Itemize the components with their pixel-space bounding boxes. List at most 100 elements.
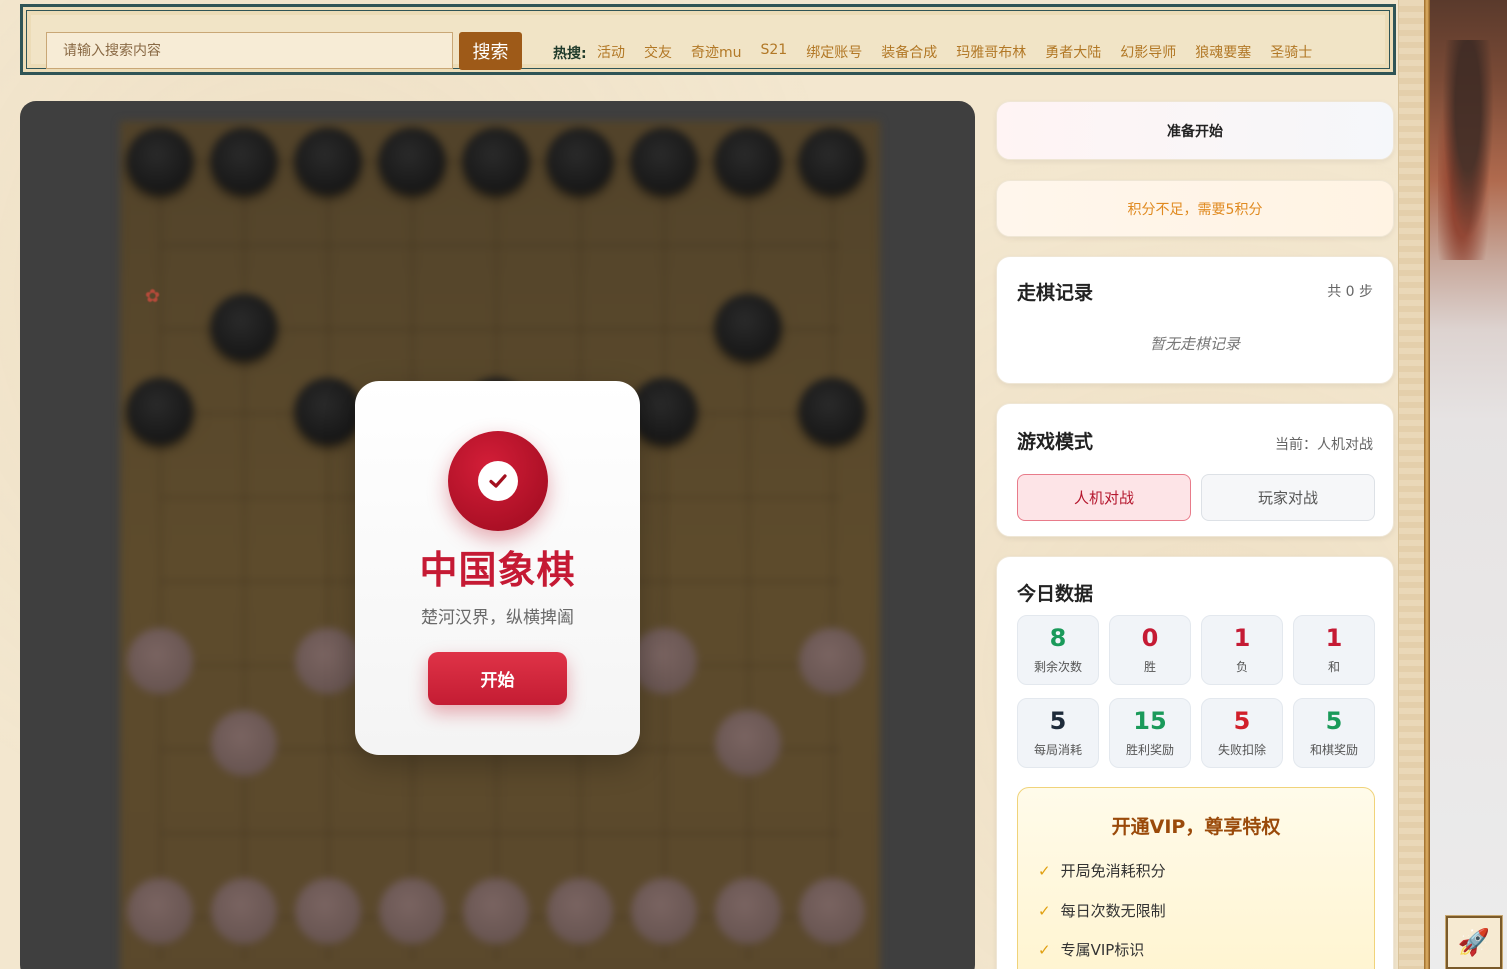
search-bar-inner: 搜索 热搜: 活动 交友 奇迹mu S21 绑定账号 装备合成 玛雅哥布林 勇者… [31,15,1385,70]
hot-link[interactable]: 奇迹mu [691,42,742,62]
board-line [160,833,840,834]
black-piece[interactable] [211,128,277,194]
red-piece[interactable] [127,628,193,694]
game-mode-card: 游戏模式 当前：人机对战 人机对战 玩家对战 [996,403,1394,537]
black-piece[interactable] [379,128,445,194]
black-piece[interactable] [631,128,697,194]
rocket-icon: 🚀 [1457,927,1491,958]
board-line [748,161,749,961]
vip-benefit: ✓ 专属VIP标识 [1038,939,1144,960]
hot-link[interactable]: 装备合成 [881,42,937,62]
black-piece[interactable] [799,378,865,444]
black-piece[interactable] [211,294,277,360]
today-stats-card: 今日数据 8 剩余次数 0 胜 1 负 1 和 5 每局消耗 15 胜利奖励 5 失败扣除 5 和棋奖励 开通… [996,556,1394,969]
stat-tile: 8 剩余次数 [1017,615,1099,685]
board-line [160,161,161,961]
start-game-button[interactable]: 开始 [428,652,567,705]
hot-link[interactable]: 圣骑士 [1270,42,1312,62]
red-piece[interactable] [547,878,613,944]
red-piece[interactable] [715,878,781,944]
vip-promo-box[interactable]: 开通VIP，尊享特权 ✓ 开局免消耗积分 ✓ 每日次数无限制 ✓ 专属VIP标识 [1017,787,1375,969]
check-circle-icon [448,431,548,531]
stat-tile: 5 失败扣除 [1201,698,1283,768]
stat-label: 胜利奖励 [1125,743,1174,757]
black-piece[interactable] [463,128,529,194]
stat-tile: 5 每局消耗 [1017,698,1099,768]
game-status-card: 准备开始 [996,101,1394,160]
search-bar: 搜索 热搜: 活动 交友 奇迹mu S21 绑定账号 装备合成 玛雅哥布林 勇者… [20,4,1396,75]
check-icon: ✓ [1038,902,1051,920]
stat-value: 15 [1133,707,1167,735]
side-decoration [1398,0,1424,969]
move-count: 共 0 步 [1327,284,1373,300]
red-piece[interactable] [127,878,193,944]
stat-value: 1 [1325,624,1343,652]
vip-title: 开通VIP，尊享特权 [1111,816,1281,838]
red-piece[interactable] [295,628,361,694]
current-mode-text: 当前：人机对战 [1275,437,1373,453]
hot-link[interactable]: 活动 [597,42,625,62]
game-title: 中国象棋 [419,548,576,592]
today-stats-title: 今日数据 [1017,583,1094,605]
start-dialog: 中国象棋 楚河汉界，纵横捭阖 开始 [355,381,640,755]
stat-value: 5 [1049,707,1067,735]
stat-tile: 1和 [1293,615,1375,685]
game-status-text: 准备开始 [1167,123,1223,140]
mode-vs-player-button[interactable]: 玩家对战 [1201,474,1375,521]
black-piece[interactable] [295,128,361,194]
hot-link[interactable]: 幻影导师 [1120,42,1176,62]
red-piece[interactable] [379,878,445,944]
back-to-top-button[interactable]: 🚀 [1445,915,1503,969]
red-piece[interactable] [631,878,697,944]
hot-link[interactable]: 狼魂要塞 [1195,42,1251,62]
search-input[interactable] [46,32,453,69]
stat-label: 负 [1235,660,1248,674]
side-banner-art [1430,0,1507,969]
hot-link[interactable]: 玛雅哥布林 [956,42,1026,62]
black-piece[interactable] [127,128,193,194]
stat-value: 0 [1141,624,1159,652]
stat-label: 胜 [1143,660,1156,674]
red-piece[interactable] [463,878,529,944]
game-subtitle: 楚河汉界，纵横捭阖 [421,608,574,628]
vip-benefit: ✓ 每日次数无限制 [1038,900,1166,921]
board-line [664,161,665,961]
stat-value: 5 [1233,707,1251,735]
stat-tile: 1负 [1201,615,1283,685]
red-piece[interactable] [799,628,865,694]
red-piece[interactable] [295,878,361,944]
red-piece[interactable] [211,878,277,944]
check-icon-inner [478,461,518,501]
black-piece[interactable] [127,378,193,444]
black-piece[interactable] [295,378,361,444]
black-piece[interactable] [547,128,613,194]
board-line [328,161,329,961]
warrior-art [1438,40,1498,260]
black-piece[interactable] [715,294,781,360]
points-warning-text: 积分不足，需要5积分 [1127,201,1263,218]
hot-link[interactable]: 绑定账号 [806,42,862,62]
hot-link[interactable]: 勇者大陆 [1045,42,1101,62]
points-warning-card: 积分不足，需要5积分 [996,180,1394,237]
stat-tile: 15 胜利奖励 [1109,698,1191,768]
hot-link[interactable]: S21 [761,42,788,62]
stat-value: 8 [1049,624,1067,652]
black-piece[interactable] [715,128,781,194]
red-piece[interactable] [211,710,277,776]
black-piece[interactable] [631,378,697,444]
move-history-card: 走棋记录 共 0 步 暂无走棋记录 [996,256,1394,384]
red-piece[interactable] [715,710,781,776]
hot-search-links: 活动 交友 奇迹mu S21 绑定账号 装备合成 玛雅哥布林 勇者大陆 幻影导师… [597,42,1331,62]
board-line [244,161,245,961]
vip-benefit: ✓ 开局免消耗积分 [1038,860,1166,881]
stat-value: 1 [1233,624,1251,652]
search-button[interactable]: 搜索 [459,32,522,70]
stat-label: 剩余次数 [1033,660,1082,674]
red-piece[interactable] [799,878,865,944]
stat-label: 失败扣除 [1217,743,1266,757]
mode-vs-ai-button[interactable]: 人机对战 [1017,474,1191,521]
black-piece[interactable] [799,128,865,194]
stat-label: 和棋奖励 [1309,743,1358,757]
red-piece[interactable] [631,628,697,694]
hot-link[interactable]: 交友 [644,42,672,62]
